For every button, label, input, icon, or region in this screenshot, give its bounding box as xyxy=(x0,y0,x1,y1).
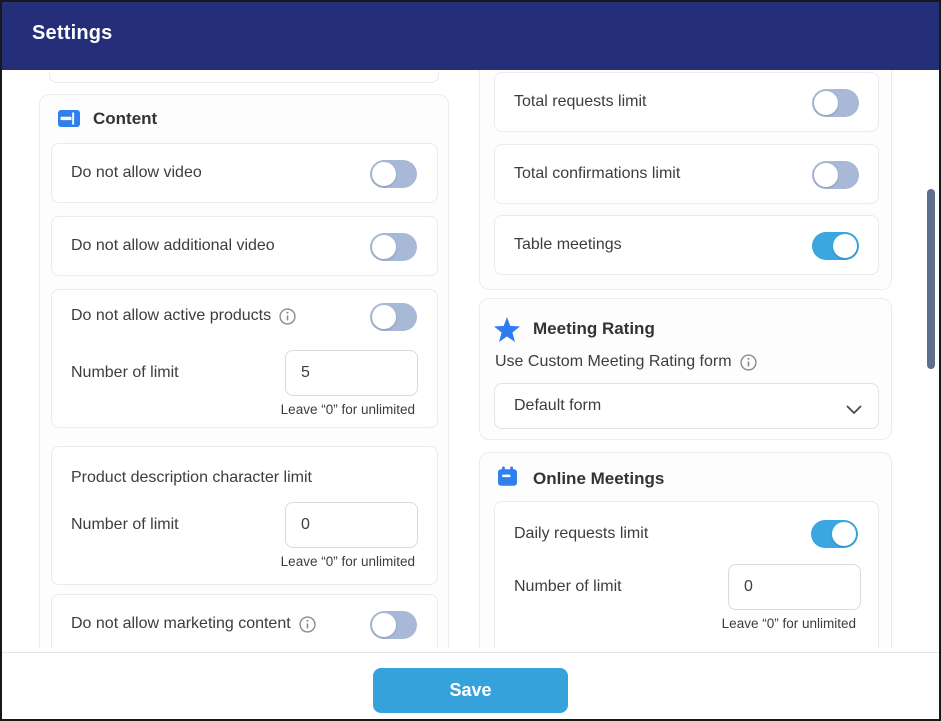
toggle-knob xyxy=(814,91,838,115)
total-requests-toggle[interactable] xyxy=(812,89,859,117)
unlimited-hint: Leave “0” for unlimited xyxy=(281,554,415,569)
app-header: Settings xyxy=(2,2,939,70)
daily-requests-toggle[interactable] xyxy=(811,520,858,548)
content-card-icon xyxy=(58,110,80,132)
daily-requests-label: Daily requests limit xyxy=(514,525,648,543)
unlimited-hint: Leave “0” for unlimited xyxy=(722,616,856,631)
no-active-products-text: Do not allow active products xyxy=(71,307,271,325)
meeting-rating-form-select[interactable]: Default form xyxy=(494,383,879,429)
selected-form: Default form xyxy=(514,397,601,415)
product-description-limit-input[interactable] xyxy=(285,502,418,548)
active-products-limit-input[interactable] xyxy=(285,350,418,396)
online-meetings-card: Online Meetings Daily requests limit Num… xyxy=(479,452,892,648)
custom-rating-form-label: Use Custom Meeting Rating form xyxy=(495,353,757,371)
daily-requests-limit-input[interactable] xyxy=(728,564,861,610)
unlimited-hint: Leave “0” for unlimited xyxy=(281,402,415,417)
no-active-products-label: Do not allow active products xyxy=(71,307,296,325)
no-additional-video-label: Do not allow additional video xyxy=(71,217,275,275)
toggle-knob xyxy=(372,613,396,637)
limits-card: Total requests limit Total confirmations… xyxy=(479,70,892,290)
toggle-knob xyxy=(833,234,857,258)
setting-row-no-marketing-content: Do not allow marketing content xyxy=(51,594,438,648)
meeting-rating-card: Meeting Rating Use Custom Meeting Rating… xyxy=(479,298,892,440)
settings-scroll-area: Content Do not allow video Do not allow … xyxy=(2,70,939,648)
page-title: Settings xyxy=(32,22,113,45)
star-icon xyxy=(494,317,520,347)
setting-row-total-requests: Total requests limit xyxy=(494,72,879,132)
toggle-knob xyxy=(814,163,838,187)
setting-row-no-additional-video: Do not allow additional video xyxy=(51,216,438,276)
content-card: Content Do not allow video Do not allow … xyxy=(39,94,449,648)
custom-rating-form-text: Use Custom Meeting Rating form xyxy=(495,353,732,371)
no-active-products-toggle[interactable] xyxy=(370,303,417,331)
table-meetings-label: Table meetings xyxy=(514,216,622,274)
settings-window: Settings Content Do not allow video Do n… xyxy=(0,0,941,721)
no-marketing-content-toggle[interactable] xyxy=(370,611,417,639)
no-marketing-content-text: Do not allow marketing content xyxy=(71,615,291,633)
scrollbar-thumb[interactable] xyxy=(927,189,935,369)
product-description-label: Product description character limit xyxy=(71,469,312,487)
number-of-limit-label: Number of limit xyxy=(71,350,179,396)
content-section-title: Content xyxy=(93,109,157,129)
total-confirmations-toggle[interactable] xyxy=(812,161,859,189)
no-video-toggle[interactable] xyxy=(370,160,417,188)
setting-row-no-video: Do not allow video xyxy=(51,143,438,203)
toggle-knob xyxy=(372,162,396,186)
chevron-down-icon xyxy=(846,402,862,420)
no-additional-video-toggle[interactable] xyxy=(370,233,417,261)
table-meetings-toggle[interactable] xyxy=(812,232,859,260)
meeting-rating-title: Meeting Rating xyxy=(533,319,655,339)
total-confirmations-label: Total confirmations limit xyxy=(514,145,680,203)
info-icon[interactable] xyxy=(740,354,757,371)
toggle-knob xyxy=(372,305,396,329)
no-marketing-content-label: Do not allow marketing content xyxy=(71,595,316,648)
toggle-knob xyxy=(372,235,396,259)
setting-row-total-confirmations: Total confirmations limit xyxy=(494,144,879,204)
number-of-limit-label: Number of limit xyxy=(514,564,622,610)
setting-row-no-active-products: Do not allow active products Number of l… xyxy=(51,289,438,428)
save-button[interactable]: Save xyxy=(373,668,568,713)
setting-row-daily-requests: Daily requests limit Number of limit Lea… xyxy=(494,501,879,648)
total-requests-label: Total requests limit xyxy=(514,73,647,131)
no-video-label: Do not allow video xyxy=(71,144,202,202)
setting-row-product-description-limit: Product description character limit Numb… xyxy=(51,446,438,585)
calendar-icon xyxy=(497,466,518,492)
setting-row-table-meetings: Table meetings xyxy=(494,215,879,275)
online-meetings-title: Online Meetings xyxy=(533,469,664,489)
toggle-knob xyxy=(832,522,856,546)
info-icon[interactable] xyxy=(279,308,296,325)
cutoff-row-fragment xyxy=(49,72,439,83)
info-icon[interactable] xyxy=(299,616,316,633)
footer-bar: Save xyxy=(2,652,939,719)
number-of-limit-label: Number of limit xyxy=(71,502,179,548)
